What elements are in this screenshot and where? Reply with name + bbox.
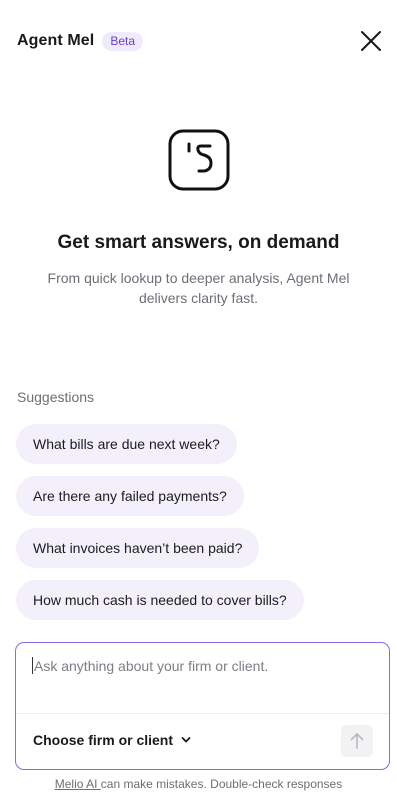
panel-header: Agent Mel Beta bbox=[17, 28, 383, 54]
melio-ai-link[interactable]: Melio AI bbox=[55, 777, 101, 791]
brand: Agent Mel Beta bbox=[17, 31, 144, 51]
suggestions-list: What bills are due next week? Are there … bbox=[16, 424, 304, 620]
hero-subtext: From quick lookup to deeper analysis, Ag… bbox=[47, 270, 350, 306]
hero: Get smart answers, on demand From quick … bbox=[0, 129, 397, 308]
suggestion-chip[interactable]: How much cash is needed to cover bills? bbox=[16, 580, 304, 620]
disclaimer-text: can make mistakes. Double-check response… bbox=[100, 777, 343, 791]
message-input-placeholder: Ask anything about your firm or client. bbox=[34, 657, 269, 674]
beta-badge: Beta bbox=[102, 31, 144, 51]
firm-client-selector[interactable]: Choose firm or client bbox=[33, 732, 191, 748]
arrow-up-icon bbox=[350, 733, 364, 749]
message-composer: Ask anything about your firm or client. … bbox=[15, 642, 390, 770]
chevron-down-icon bbox=[181, 737, 191, 743]
firm-client-selector-label: Choose firm or client bbox=[33, 732, 174, 748]
text-caret bbox=[32, 657, 33, 674]
agent-face-icon bbox=[168, 129, 229, 191]
message-input[interactable]: Ask anything about your firm or client. bbox=[32, 657, 375, 674]
suggestion-chip[interactable]: What invoices haven’t been paid? bbox=[16, 528, 260, 568]
close-icon bbox=[361, 31, 381, 51]
suggestion-chip[interactable]: Are there any failed payments? bbox=[16, 476, 244, 516]
agent-mel-panel: Agent Mel Beta Get smart answers, on dem… bbox=[0, 0, 397, 802]
disclaimer: Melio AI can make mistakes. Double-check… bbox=[0, 777, 397, 791]
composer-divider bbox=[16, 713, 389, 714]
close-button[interactable] bbox=[359, 29, 383, 53]
panel-title: Agent Mel bbox=[17, 32, 95, 49]
send-button[interactable] bbox=[341, 725, 373, 757]
hero-headline: Get smart answers, on demand bbox=[57, 232, 340, 253]
suggestions-label: Suggestions bbox=[17, 389, 95, 405]
suggestion-chip[interactable]: What bills are due next week? bbox=[16, 424, 237, 464]
